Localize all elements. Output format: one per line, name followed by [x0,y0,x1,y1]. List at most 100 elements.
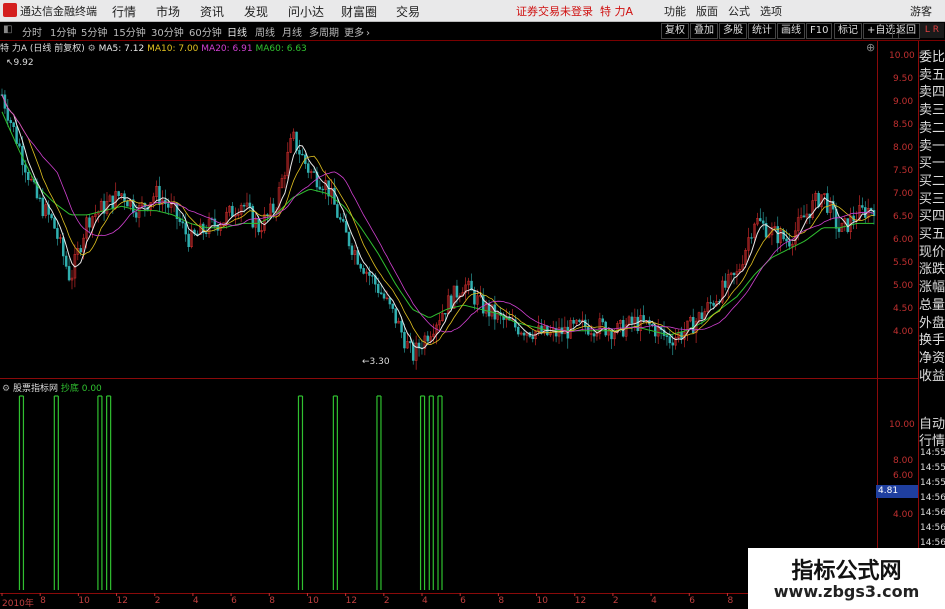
candle-body [213,218,217,226]
candle-body [158,185,161,205]
x-axis-tick: 2 [383,596,390,606]
candle-body [359,264,362,269]
x-axis-tick: 2 [154,596,161,606]
candle-body [295,131,298,151]
indicator-label: 抄底 [60,384,79,394]
candle-body [712,302,715,306]
candle-body [88,217,91,228]
candle-body [826,193,829,213]
candle-body [455,285,459,298]
candle-body [347,232,351,247]
candle-body [444,313,447,315]
candle-body [382,293,386,299]
candle-body [126,201,129,207]
price-axis-tick: 5.50 [893,258,914,268]
candle-body [50,214,53,219]
indicator-axis-tick: 8.00 [893,456,914,466]
candle-body [700,312,704,320]
watermark: 指标公式网 www.zbgs3.com [748,548,945,609]
ma10-line [1,94,875,346]
x-axis-tick: 2 [612,596,619,606]
candle-body [403,331,406,349]
x-axis-tick: 4 [192,596,199,606]
candle-body [837,228,841,232]
candle-body [426,335,430,342]
ma60-line [1,111,874,336]
price-axis-tick: 8.50 [893,120,914,130]
candle-body [38,197,42,200]
x-axis-tick: 6 [231,596,237,606]
candle-body [578,319,581,322]
candle-body [400,320,403,333]
side-label: 买一 [919,156,945,172]
candle-body [18,143,21,147]
side-label: 卖三 [919,103,945,119]
candle-body [522,332,526,336]
side-label: 委比 [919,50,945,65]
candle-body [379,292,383,295]
x-axis-tick: 10 [78,596,90,606]
candle-body [231,205,234,217]
side-label: 买二 [919,173,945,189]
price-axis-tick: 6.50 [893,212,914,222]
panel-toggle-icon[interactable]: L R [920,23,944,38]
candle-body [861,205,864,208]
candle-body [759,218,762,222]
price-axis-tick: 4.50 [893,304,914,314]
candle-body [41,197,45,217]
side-label: 外盘 [919,315,945,331]
candle-body [601,318,605,323]
price-axis-tick: 4.00 [893,327,914,337]
candle-body [394,308,397,324]
candle-body [388,297,392,305]
candle-body [724,280,727,288]
x-axis-tick: 8 [727,596,734,606]
x-axis-tick: 12 [116,596,128,606]
tick-time: 14:56 [920,508,945,518]
candle-body [61,237,65,257]
price-axis-tick: 8.00 [893,143,914,153]
x-axis-tick: 2010年 [2,599,34,609]
candle-body [24,164,27,173]
x-axis-tick: 10 [536,596,548,606]
candle-body [187,233,190,248]
candle-body [473,290,476,305]
candle-body [802,215,806,218]
tick-time: 14:56 [920,538,945,548]
side-label: 卖五 [919,67,945,83]
side-label: 卖四 [919,85,945,101]
candle-body [344,221,348,233]
ma20-line [1,94,875,333]
candle-body [111,195,115,209]
side-quote[interactable]: 行情 [919,430,945,449]
candle-body [306,163,310,173]
candle-body [67,266,71,281]
candle-body [671,342,675,346]
candle-body [642,315,645,322]
price-axis-tick: 9.00 [893,97,914,107]
candle-body [271,203,275,213]
indicator-axis-tick: 6.00 [893,471,914,481]
kline-chart[interactable] [0,0,877,596]
x-axis-tick: 6 [460,596,466,606]
axis-divider [877,41,878,596]
candle-body [204,232,208,234]
candle-body [184,222,187,235]
indicator-name: 股票指标网 [12,384,58,394]
candle-body [341,219,345,222]
price-axis-tick: 5.00 [893,281,914,291]
candle-body [298,150,301,155]
candle-body [376,283,380,293]
candle-body [636,316,640,331]
candle-body [630,316,634,324]
back-button[interactable]: 返回 [892,23,920,39]
x-axis-tick: 4 [422,596,428,606]
menu-guest[interactable]: 游客 [910,3,932,19]
price-axis-tick: 10.00 [889,51,915,61]
x-axis-tick: 6 [689,596,695,606]
candle-body [785,238,788,242]
candle-body [64,255,68,267]
x-axis-tick: 4 [651,596,657,606]
candle-body [336,204,339,218]
indicator-settings-icon[interactable]: ⚙ [2,384,10,394]
